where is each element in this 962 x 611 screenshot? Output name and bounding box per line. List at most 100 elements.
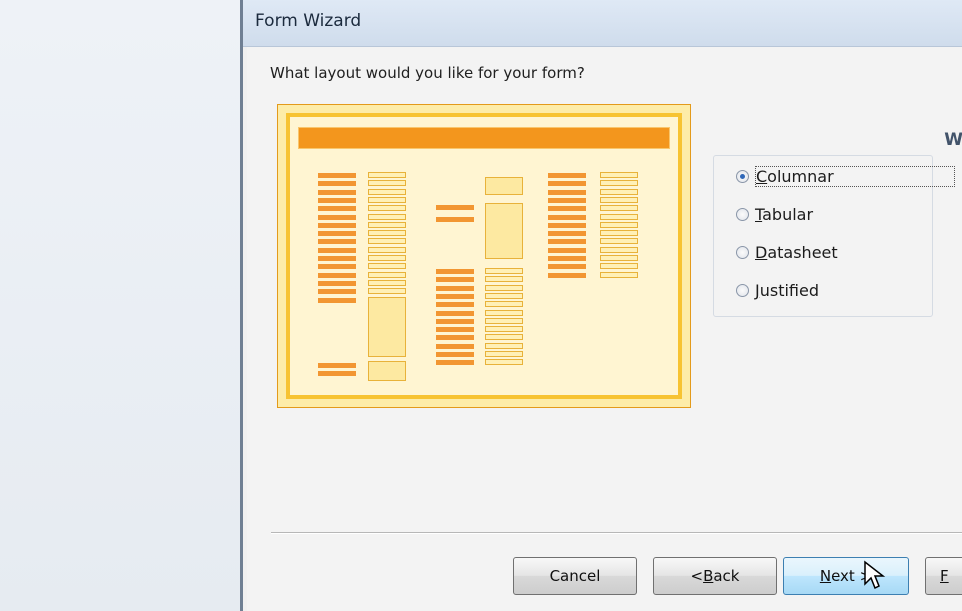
preview-label-bar (548, 189, 586, 195)
preview-field-bar (368, 255, 406, 261)
preview-label-bar (436, 360, 474, 366)
preview-field-bar (600, 263, 638, 270)
preview-label-bar (436, 277, 474, 283)
preview-field-box (368, 361, 406, 381)
preview-field-bar (368, 271, 406, 278)
option-datasheet[interactable]: Datasheet (736, 240, 838, 264)
preview-label-bar (318, 222, 356, 228)
preview-label-bar (318, 280, 356, 286)
title-bar[interactable]: Form Wizard (243, 0, 962, 47)
preview-label-bar (318, 181, 356, 187)
option-tabular[interactable]: Tabular (736, 202, 813, 226)
preview-header-band (298, 127, 670, 149)
preview-label-bar (436, 285, 474, 291)
preview-field-bar (368, 213, 406, 220)
preview-label-bar (436, 310, 474, 316)
preview-label-bar (318, 231, 356, 237)
layout-question: What layout would you like for your form… (270, 64, 585, 82)
preview-field-bar (368, 263, 406, 270)
preview-label-bar (318, 272, 356, 278)
preview-field-bar (600, 221, 638, 228)
preview-label-bar (548, 231, 586, 237)
preview-label-bar (548, 247, 586, 253)
preview-label-bar (318, 197, 356, 203)
preview-label-bar (436, 205, 474, 210)
preview-field-bar (368, 180, 406, 187)
dialog-client-area: What layout would you like for your form… (247, 47, 962, 611)
preview-label-bar (318, 206, 356, 212)
preview-field-bar (368, 221, 406, 228)
preview-field-bar (368, 205, 406, 212)
preview-label-bar (436, 318, 474, 324)
preview-field-bar (600, 180, 638, 187)
radio-button[interactable] (736, 245, 749, 259)
option-label: Tabular (755, 204, 814, 224)
preview-field-bar (485, 276, 523, 283)
preview-label-bar (548, 239, 586, 245)
preview-field-box (485, 177, 523, 195)
window-title: Form Wizard (255, 11, 362, 31)
preview-label-bar (318, 247, 356, 253)
preview-label-bar (436, 343, 474, 349)
preview-field-bar (600, 271, 638, 278)
cancel-button[interactable]: Cancel (513, 557, 637, 595)
form-wizard-dialog: Form Wizard What layout would you like f… (240, 0, 962, 611)
preview-label-bar (318, 173, 356, 178)
preview-field-bar (600, 255, 638, 261)
preview-label-bar (548, 264, 586, 270)
cut-off-heading-text: W (944, 130, 962, 150)
preview-field-bar (600, 188, 638, 195)
preview-field-bar (368, 196, 406, 203)
preview-field-bar (485, 284, 523, 291)
option-justified[interactable]: Justified (736, 278, 819, 302)
preview-label-bar (436, 302, 474, 308)
preview-field-bar (600, 230, 638, 237)
layout-preview (277, 104, 691, 408)
preview-field-bar (368, 188, 406, 195)
finish-button[interactable]: F (925, 557, 962, 595)
layout-options-group: Columnar Tabular Datasheet Justified (713, 155, 955, 317)
preview-field-bar (368, 230, 406, 237)
preview-field-bar (600, 238, 638, 245)
preview-field-bar (485, 301, 523, 308)
preview-field-bar (485, 326, 523, 333)
option-columnar[interactable]: Columnar (736, 164, 955, 188)
preview-field-bar (600, 213, 638, 220)
preview-label-bar (318, 264, 356, 270)
preview-field-bar (368, 172, 406, 178)
next-button[interactable]: Next > (783, 557, 909, 595)
preview-field-bar (368, 246, 406, 253)
preview-field-bar (600, 172, 638, 178)
preview-label-bar (318, 363, 356, 368)
preview-field-box (485, 203, 523, 259)
radio-button[interactable] (736, 207, 749, 221)
preview-field-bar (485, 351, 523, 357)
preview-label-bar (318, 256, 356, 261)
preview-label-bar (318, 371, 356, 376)
preview-label-bar (436, 352, 474, 357)
preview-label-bar (318, 189, 356, 195)
preview-label-bar (318, 239, 356, 245)
radio-button[interactable] (736, 169, 749, 183)
preview-field-bar (485, 334, 523, 341)
preview-label-bar (548, 214, 586, 220)
preview-label-bar (548, 197, 586, 203)
preview-field-bar (485, 342, 523, 349)
preview-field-bar (600, 246, 638, 253)
preview-field-bar (485, 268, 523, 274)
preview-label-bar (318, 214, 356, 220)
preview-field-bar (600, 205, 638, 212)
preview-field-bar (485, 317, 523, 324)
preview-field-box (368, 297, 406, 357)
preview-field-bar (485, 309, 523, 316)
back-button[interactable]: < Back (653, 557, 777, 595)
preview-field-bar (600, 196, 638, 203)
layout-preview-canvas (286, 113, 682, 399)
preview-label-bar (436, 217, 474, 222)
radio-button[interactable] (736, 283, 749, 297)
preview-field-bar (368, 279, 406, 286)
preview-label-bar (436, 269, 474, 274)
preview-label-bar (548, 222, 586, 228)
preview-field-bar (485, 359, 523, 366)
preview-field-bar (368, 288, 406, 295)
